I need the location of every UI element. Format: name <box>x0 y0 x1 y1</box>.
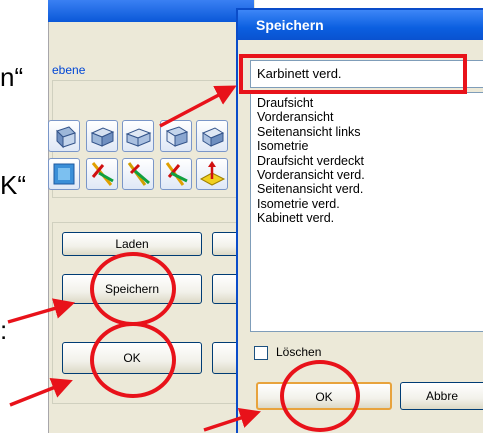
annotation-arrows <box>7 85 261 432</box>
arrow-to-ok <box>9 378 73 407</box>
arrow-to-dialog-ok <box>203 407 261 432</box>
arrow-to-name-field <box>159 85 237 128</box>
arrow-to-speichern <box>7 298 76 324</box>
